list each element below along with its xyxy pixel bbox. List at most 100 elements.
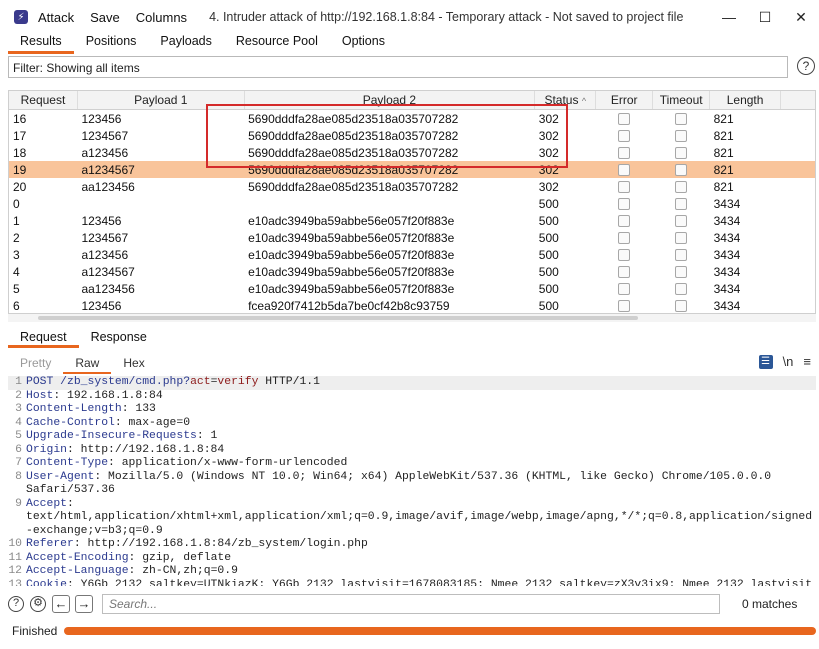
timeout-checkbox [675, 164, 688, 177]
line-content: Cache-Control: max-age=0 [26, 417, 190, 431]
menu-save[interactable]: Save [90, 10, 120, 25]
results-table: Request Payload 1 Payload 2 Status ^ Err… [8, 90, 816, 314]
next-match-icon[interactable]: → [75, 595, 93, 613]
col-length[interactable]: Length [709, 91, 782, 110]
tab-resource-pool[interactable]: Resource Pool [224, 30, 330, 54]
status-cell: 500 [538, 230, 559, 245]
line-part-v: : http://192.168.1.8:84 [67, 443, 225, 456]
col-error[interactable]: Error [595, 91, 654, 110]
error-checkbox [618, 300, 631, 313]
tab-positions[interactable]: Positions [74, 30, 149, 54]
timeout-checkbox [675, 181, 688, 194]
status-bar: Finished [0, 621, 819, 641]
maximize-icon[interactable]: ☐ [747, 9, 783, 26]
line-part-v: Safari/537.36 [26, 484, 115, 496]
close-icon[interactable]: ✕ [783, 9, 819, 26]
tab-results[interactable]: Results [8, 30, 74, 54]
error-cell [596, 178, 653, 195]
status-cell: 302 [538, 111, 559, 126]
col-timeout[interactable]: Timeout [652, 91, 711, 110]
tab-request[interactable]: Request [8, 328, 79, 348]
line-content: Content-Length: 133 [26, 403, 156, 417]
table-row[interactable]: 16 123456 5690dddfa28ae085d23518a035707282… [9, 110, 815, 128]
payload-1-cell: a123456 [81, 247, 129, 262]
menu-icon[interactable]: ≡ [803, 354, 811, 369]
line-part-v: : application/x-www-form-urlencoded [108, 457, 348, 469]
request-line: 12 Accept-Language: zh-CN,zh;q=0.9 [8, 565, 816, 579]
progress-bar [64, 627, 816, 635]
line-number: 6 [15, 443, 22, 456]
status-cell: 302 [538, 145, 559, 160]
help-icon[interactable]: ? [797, 57, 815, 75]
menu-attack[interactable]: Attack [38, 10, 74, 25]
window-controls: — ☐ ✕ [711, 0, 819, 34]
settings-gear-icon[interactable]: ⚙ [30, 596, 46, 612]
col-payload-1[interactable]: Payload 1 [77, 91, 245, 110]
tab-options[interactable]: Options [330, 30, 397, 54]
line-number: 12 [8, 565, 22, 577]
timeout-cell [653, 280, 710, 297]
request-cell: 19 [9, 161, 78, 178]
line-part-v: verify [217, 376, 259, 388]
col-payload-2[interactable]: Payload 2 [244, 91, 536, 110]
tab-response[interactable]: Response [79, 328, 159, 348]
col-spacer [780, 91, 815, 110]
table-row[interactable]: 2 1234567 e10adc3949ba59abbe56e057f20f883e… [9, 229, 815, 246]
scrollbar-thumb[interactable] [38, 316, 638, 320]
line-part-v: : zh-CN,zh;q=0.9 [128, 565, 238, 577]
wrap-lines-icon[interactable]: ☰ [758, 354, 773, 369]
filter-bar[interactable]: Filter: Showing all items [8, 56, 788, 78]
table-horizontal-scrollbar[interactable] [8, 314, 816, 322]
request-cell: 16 [13, 111, 27, 126]
line-number: 5 [15, 430, 22, 442]
table-row[interactable]: 5 aa123456 e10adc3949ba59abbe56e057f20f883… [9, 280, 815, 297]
timeout-checkbox [675, 232, 688, 245]
spacer-cell [780, 161, 815, 178]
table-row[interactable]: 4 a1234567 e10adc3949ba59abbe56e057f20f883… [9, 263, 815, 280]
menu-columns[interactable]: Columns [136, 10, 187, 25]
payload-2-cell: e10adc3949ba59abbe56e057f20f883e [248, 281, 455, 296]
error-cell [595, 161, 653, 178]
status-cell: 302 [538, 179, 559, 194]
table-row[interactable]: 18 a123456 5690dddfa28ae085d23518a03570728… [9, 144, 815, 161]
col-request[interactable]: Request [9, 91, 78, 110]
line-number: 4 [15, 416, 22, 429]
table-row[interactable]: 19 a1234567 5690dddfa28ae085d23518a0357072… [9, 161, 815, 178]
previous-match-icon[interactable]: ← [52, 595, 70, 613]
spacer-cell [781, 144, 815, 161]
minimize-icon[interactable]: — [711, 9, 747, 25]
line-part-k: Cookie [26, 578, 68, 587]
line-number: 10 [8, 538, 22, 550]
timeout-cell [653, 263, 710, 280]
tab-hex[interactable]: Hex [111, 354, 156, 374]
line-part-v: : 1 [196, 430, 218, 442]
col-status[interactable]: Status ^ [534, 91, 597, 110]
request-editor[interactable]: 1 POST /zb_system/cmd.php?act=verify HTTP… [8, 376, 816, 586]
request-line: 7 Content-Type: application/x-www-form-ur… [8, 457, 816, 471]
request-line: 3 Content-Length: 133 [8, 403, 816, 417]
table-row[interactable]: 0 500 3434 [9, 195, 815, 212]
table-row[interactable]: 6 123456 fcea920f7412b5da7be0cf42b8c93759 5… [9, 297, 815, 313]
status-cell: 500 [538, 213, 559, 228]
search-input[interactable]: Search... [102, 594, 720, 614]
table-row[interactable]: 3 a123456 e10adc3949ba59abbe56e057f20f883e… [9, 246, 815, 263]
timeout-checkbox [675, 300, 688, 313]
line-content: -exchange;v=b3;q=0.9 [26, 525, 163, 539]
tab-pretty[interactable]: Pretty [8, 354, 63, 374]
payload-2-cell: 5690dddfa28ae085d23518a035707282 [248, 111, 459, 126]
payload-1-cell: a1234567 [77, 161, 245, 178]
line-part-rest: HTTP/1.1 [258, 376, 320, 388]
request-cell: 2 [13, 230, 20, 245]
tab-payloads[interactable]: Payloads [148, 30, 223, 54]
timeout-cell [652, 161, 710, 178]
table-row[interactable]: 20 aa123456 5690dddfa28ae085d23518a0357072… [9, 178, 815, 195]
help-icon[interactable]: ? [8, 596, 24, 612]
tab-raw[interactable]: Raw [63, 354, 112, 374]
view-toolbar: ☰ \n ≡ [749, 354, 811, 369]
newline-toggle-icon[interactable]: \n [783, 354, 794, 369]
table-row[interactable]: 1 123456 e10adc3949ba59abbe56e057f20f883e 5… [9, 212, 815, 229]
spacer-cell [781, 263, 815, 280]
line-part-k: Host [26, 389, 54, 402]
table-row[interactable]: 17 1234567 5690dddfa28ae085d23518a03570728… [9, 127, 815, 144]
status-cell: 302 [534, 161, 596, 178]
